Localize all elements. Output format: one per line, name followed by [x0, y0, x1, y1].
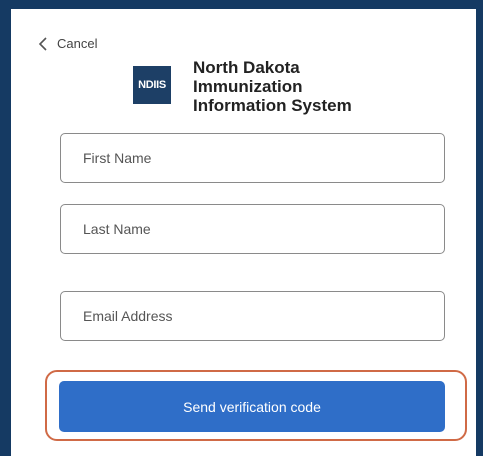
cancel-label: Cancel: [57, 36, 98, 51]
cancel-link[interactable]: Cancel: [38, 36, 97, 51]
ndiis-logo: NDIIS: [133, 66, 171, 104]
organization-name: North Dakota Immunization Information Sy…: [193, 58, 352, 115]
last-name-field[interactable]: [60, 204, 445, 254]
chevron-left-icon: [38, 36, 47, 51]
first-name-field[interactable]: [60, 133, 445, 183]
send-verification-code-button[interactable]: Send verification code: [59, 381, 445, 432]
email-address-field[interactable]: [60, 291, 445, 341]
